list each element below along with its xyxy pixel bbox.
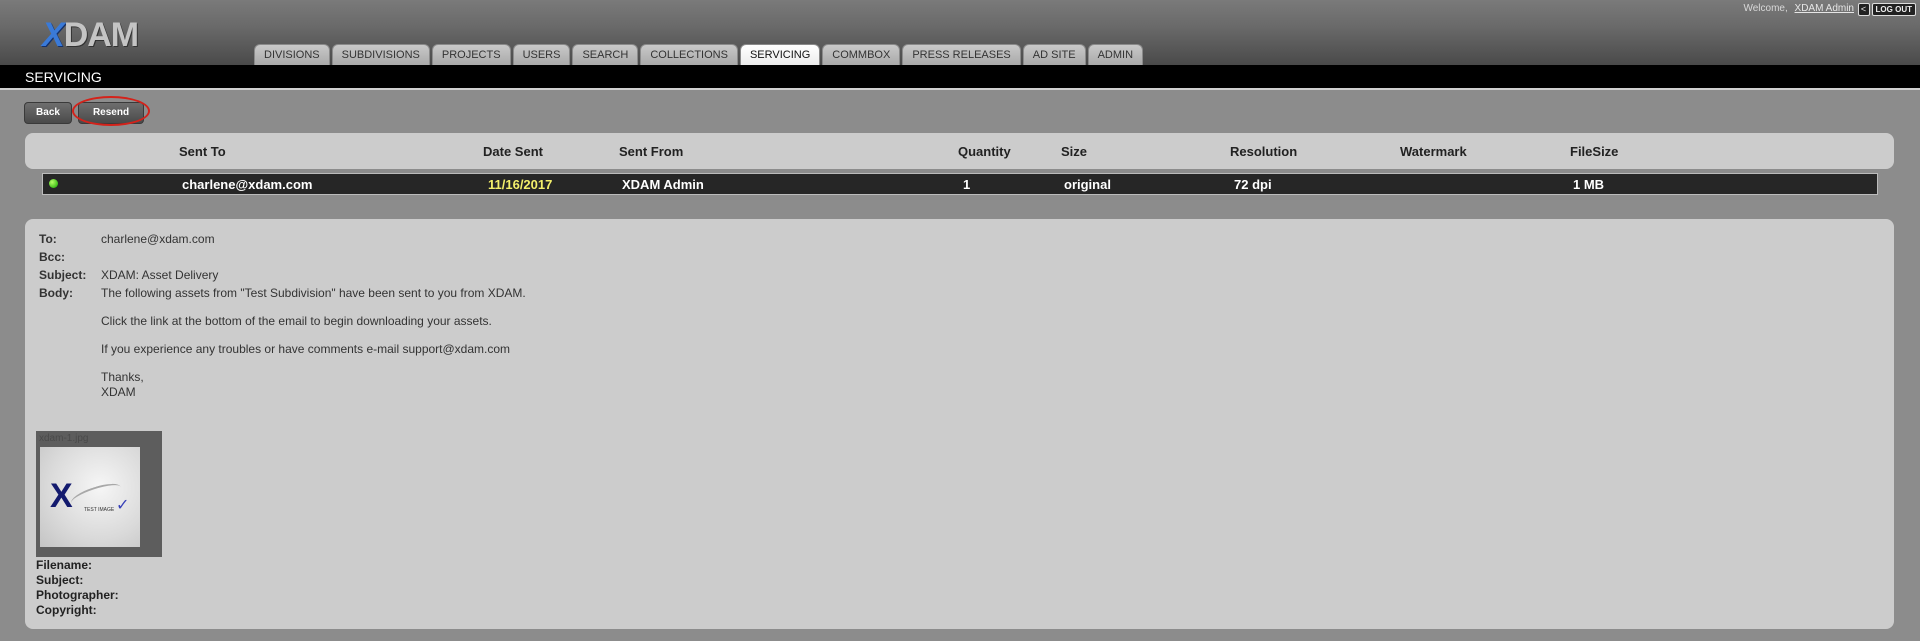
- checkmark-icon: ✓: [116, 497, 130, 514]
- cell-resolution: 72 dpi: [1234, 177, 1272, 192]
- cell-filesize: 1 MB: [1573, 177, 1605, 192]
- tab-press-releases[interactable]: PRESS RELEASES: [902, 44, 1021, 65]
- asset-image[interactable]: X TEST IMAGE ✓: [40, 447, 140, 547]
- logout-area: < LOG OUT: [1857, 3, 1916, 16]
- filename-label: Filename:: [36, 558, 93, 572]
- body-line: XDAM: [101, 385, 136, 399]
- logout-button[interactable]: LOG OUT: [1871, 3, 1916, 16]
- page-title: SERVICING: [25, 69, 102, 85]
- logo-x: X: [42, 16, 65, 54]
- to-value: charlene@xdam.com: [101, 232, 215, 246]
- subject-label: Subject:: [39, 268, 87, 282]
- tab-divisions[interactable]: DIVISIONS: [254, 44, 330, 65]
- cell-size: original: [1064, 177, 1111, 192]
- tab-projects[interactable]: PROJECTS: [431, 44, 511, 65]
- tab-servicing[interactable]: SERVICING: [739, 44, 821, 65]
- to-label: To:: [39, 232, 57, 246]
- copyright-label: Copyright:: [36, 603, 97, 617]
- logo-x-graphic: X: [50, 477, 73, 515]
- logo-dam: DAM: [63, 16, 139, 54]
- photographer-label: Photographer:: [36, 588, 119, 602]
- welcome-text: Welcome, XDAM Admin: [1743, 3, 1854, 14]
- col-quantity[interactable]: Quantity: [958, 144, 1011, 159]
- email-detail-panel: To: charlene@xdam.com Bcc: Subject: XDAM…: [25, 219, 1894, 629]
- asset-subject-label: Subject:: [36, 573, 84, 587]
- cell-quantity: 1: [963, 177, 971, 192]
- cell-sent-to: charlene@xdam.com: [182, 177, 313, 192]
- body-line: The following assets from "Test Subdivis…: [101, 286, 526, 300]
- tab-search[interactable]: SEARCH: [572, 44, 639, 65]
- test-image-label: TEST IMAGE: [84, 507, 115, 513]
- table-row[interactable]: charlene@xdam.com 11/16/2017 XDAM Admin …: [42, 173, 1878, 195]
- col-sent-to[interactable]: Sent To: [179, 144, 226, 159]
- status-dot-icon: [49, 179, 58, 188]
- back-arrow-icon[interactable]: <: [1857, 3, 1870, 16]
- welcome-prefix: Welcome,: [1743, 3, 1788, 14]
- back-button[interactable]: Back: [24, 102, 72, 124]
- tab-ad-site[interactable]: AD SITE: [1022, 44, 1086, 65]
- col-resolution[interactable]: Resolution: [1230, 144, 1297, 159]
- main-nav-tabs: DIVISIONS SUBDIVISIONS PROJECTS USERS SE…: [254, 44, 1144, 65]
- app-header: XDAM Welcome, XDAM Admin < LOG OUT DIVIS…: [0, 0, 1920, 65]
- body-label: Body:: [39, 286, 73, 300]
- col-sent-from[interactable]: Sent From: [619, 144, 683, 159]
- tab-admin[interactable]: ADMIN: [1087, 44, 1144, 65]
- body-line: Click the link at the bottom of the emai…: [101, 314, 492, 328]
- bcc-label: Bcc:: [39, 250, 66, 264]
- asset-thumbnail[interactable]: xdam-1.jpg X TEST IMAGE ✓: [36, 431, 162, 557]
- cell-date-sent: 11/16/2017: [488, 177, 553, 192]
- body-line: If you experience any troubles or have c…: [101, 342, 511, 356]
- xdam-logo[interactable]: XDAM: [42, 16, 139, 54]
- body-line: Thanks,: [101, 370, 144, 384]
- user-link[interactable]: XDAM Admin: [1795, 3, 1854, 14]
- col-date-sent[interactable]: Date Sent: [483, 144, 543, 159]
- tab-commbox[interactable]: COMMBOX: [822, 44, 901, 65]
- cell-sent-from: XDAM Admin: [622, 177, 704, 192]
- thumbnail-filename: xdam-1.jpg: [39, 433, 89, 444]
- tab-collections[interactable]: COLLECTIONS: [640, 44, 738, 65]
- table-header: Sent To Date Sent Sent From Quantity Siz…: [25, 133, 1894, 169]
- tab-subdivisions[interactable]: SUBDIVISIONS: [331, 44, 430, 65]
- col-size[interactable]: Size: [1061, 144, 1087, 159]
- subject-value: XDAM: Asset Delivery: [101, 268, 219, 282]
- tab-users[interactable]: USERS: [512, 44, 571, 65]
- col-watermark[interactable]: Watermark: [1400, 144, 1467, 159]
- col-filesize[interactable]: FileSize: [1570, 144, 1618, 159]
- resend-button[interactable]: Resend: [78, 102, 144, 124]
- page-title-bar: SERVICING: [0, 65, 1920, 90]
